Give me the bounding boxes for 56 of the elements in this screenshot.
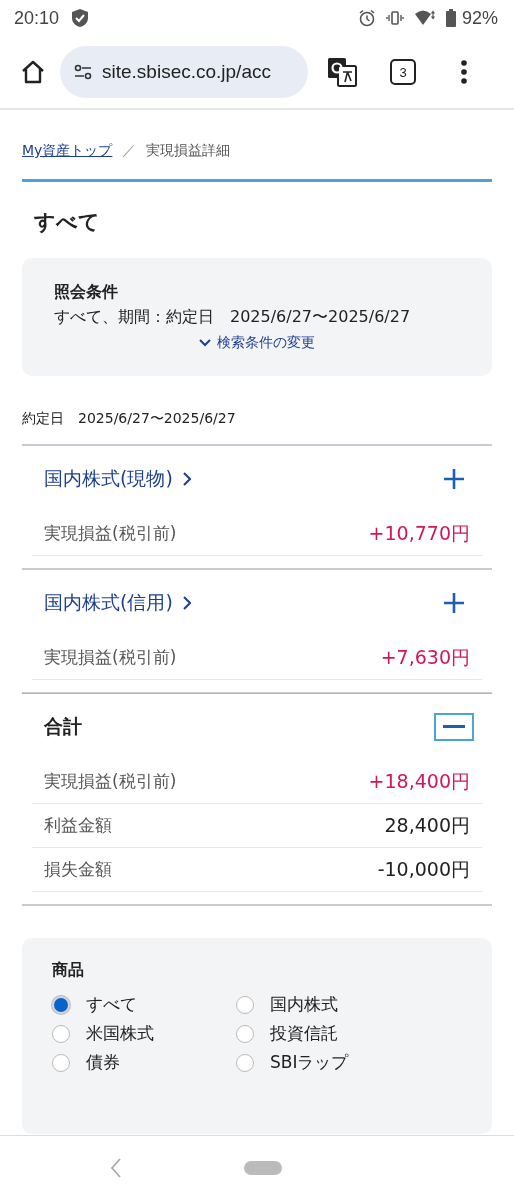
clock-time: 20:10 — [14, 7, 60, 29]
wifi-icon — [413, 9, 436, 27]
tab-count-button[interactable]: 3 — [390, 59, 416, 85]
query-conditions: すべて、期間：約定日 2025/6/27〜2025/6/27 — [54, 307, 412, 328]
period-text: 約定日 2025/6/27〜2025/6/27 — [22, 410, 237, 428]
row-label: 損失金額 — [44, 858, 112, 881]
query-title: 照会条件 — [54, 282, 119, 303]
collapse-button[interactable] — [434, 713, 474, 741]
row-value: 28,400円 — [384, 812, 470, 838]
home-handle[interactable] — [244, 1161, 282, 1175]
chevron-right-icon — [182, 472, 191, 486]
radio-button[interactable] — [236, 995, 254, 1014]
page-heading: すべて — [34, 209, 101, 236]
plus-icon — [444, 593, 464, 613]
radio-button[interactable] — [52, 1024, 70, 1043]
radio-button[interactable] — [236, 1053, 254, 1072]
minus-icon — [443, 725, 465, 729]
filter-title: 商品 — [52, 960, 85, 981]
tune-icon — [74, 64, 92, 80]
radio-label: 米国株式 — [86, 1022, 154, 1045]
row-label: 実現損益(税引前) — [44, 770, 177, 793]
translate-icon[interactable] — [326, 56, 358, 88]
home-icon[interactable] — [20, 59, 46, 85]
section-title: 合計 — [44, 714, 82, 739]
breadcrumb-separator: ／ — [122, 142, 137, 160]
row-value: +10,770円 — [368, 520, 470, 546]
chevron-down-icon — [199, 339, 211, 347]
row-value: -10,000円 — [377, 856, 470, 882]
battery-percentage: 92% — [461, 7, 498, 29]
row-value: +18,400円 — [368, 768, 470, 794]
chevron-right-icon — [182, 596, 191, 610]
radio-label: すべて — [86, 993, 137, 1016]
radio-button[interactable] — [52, 995, 70, 1014]
radio-label: SBIラップ — [270, 1051, 349, 1074]
row-label: 利益金額 — [44, 814, 112, 837]
menu-icon[interactable] — [460, 59, 468, 85]
radio-button[interactable] — [52, 1053, 70, 1072]
battery-icon — [445, 9, 456, 27]
radio-label: 債券 — [86, 1051, 120, 1074]
plus-icon — [444, 469, 464, 489]
radio-button[interactable] — [236, 1024, 254, 1043]
category-link[interactable]: 国内株式(信用) — [44, 590, 191, 616]
change-search-link[interactable]: 検索条件の変更 — [199, 334, 315, 352]
category-link[interactable]: 国内株式(現物) — [44, 466, 191, 492]
row-label: 実現損益(税引前) — [44, 646, 177, 669]
breadcrumb-current: 実現損益詳細 — [146, 142, 231, 160]
url-text: site.sbisec.co.jp/acc — [102, 61, 271, 83]
shield-icon — [71, 8, 90, 28]
radio-label: 投資信託 — [270, 1022, 338, 1045]
row-value: +7,630円 — [380, 644, 470, 670]
vibrate-icon — [385, 10, 404, 26]
address-bar[interactable]: site.sbisec.co.jp/acc — [60, 46, 308, 98]
alarm-icon — [357, 9, 376, 27]
radio-label: 国内株式 — [270, 993, 338, 1016]
row-label: 実現損益(税引前) — [44, 522, 177, 545]
breadcrumb-link[interactable]: My資産トップ — [22, 142, 113, 160]
